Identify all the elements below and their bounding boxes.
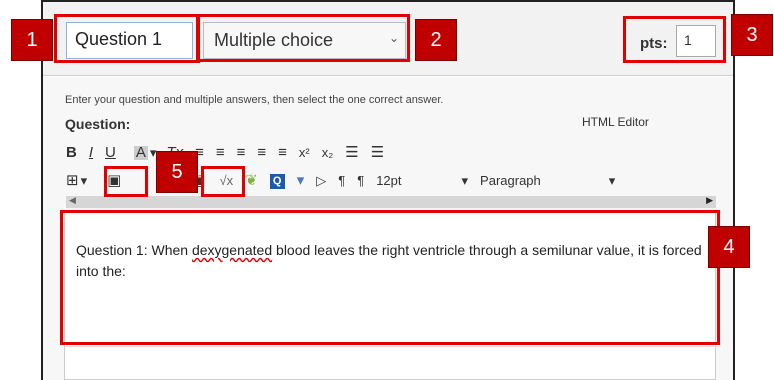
leaf-icon[interactable]: ❦: [245, 170, 258, 192]
chevron-down-icon[interactable]: ▾: [609, 170, 616, 192]
toolbar-row-2: ⊞ ▾ ▣ ▣ √x ❦ Q ▾ ▷ ¶ ¶ 12pt ▾ Paragraph …: [66, 170, 623, 192]
indent-button[interactable]: ≡: [278, 142, 287, 164]
highlight-box-1: [54, 14, 200, 63]
callout-badge-2: 2: [415, 19, 457, 61]
highlight-box-5a: [104, 166, 148, 197]
question-label: Question:: [65, 116, 131, 132]
video-icon[interactable]: ▷: [316, 170, 326, 192]
align-center-button[interactable]: ≡: [216, 142, 225, 164]
align-right-button[interactable]: ≡: [237, 142, 246, 164]
text-color-button[interactable]: A: [133, 145, 148, 160]
instructions-text: Enter your question and multiple answers…: [65, 94, 444, 106]
scroll-right-arrow-icon[interactable]: ▶: [706, 195, 713, 206]
highlight-box-3: [623, 16, 726, 63]
scroll-left-arrow-icon[interactable]: ◀: [69, 195, 76, 206]
paragraph-format-select[interactable]: Paragraph: [480, 170, 541, 192]
editor-divider: [64, 346, 716, 347]
font-size-select[interactable]: 12pt: [376, 170, 401, 192]
outdent-button[interactable]: ≡: [257, 142, 266, 164]
highlight-box-4: [60, 210, 720, 345]
toolbar-scrollbar[interactable]: ◀ ▶: [66, 195, 716, 208]
highlight-box-5b: [201, 166, 245, 197]
html-editor-link[interactable]: HTML Editor: [582, 115, 649, 129]
quiz-tool-icon[interactable]: Q: [269, 173, 285, 189]
v-tool-icon[interactable]: ▾: [297, 170, 305, 192]
chevron-down-icon[interactable]: ▾: [462, 170, 469, 192]
numbered-list-button[interactable]: ☰: [371, 142, 384, 164]
bold-button[interactable]: B: [66, 142, 77, 164]
underline-button[interactable]: U: [105, 142, 116, 164]
bullet-list-button[interactable]: ☰: [345, 142, 358, 164]
subscript-button[interactable]: x₂: [322, 142, 334, 164]
rtl-direction-icon[interactable]: ¶: [357, 170, 364, 192]
superscript-button[interactable]: x²: [299, 142, 310, 164]
callout-badge-5: 5: [156, 151, 198, 193]
highlight-box-2: [196, 14, 410, 62]
toolbar-row-1: B I U A ▾ Tx ≡ ≡ ≡ ≡ ≡ x² x₂ ☰ ☰: [66, 142, 396, 164]
ltr-direction-icon[interactable]: ¶: [338, 170, 345, 192]
italic-button[interactable]: I: [89, 142, 93, 164]
callout-badge-3: 3: [731, 14, 773, 56]
chevron-down-icon[interactable]: ▾: [81, 170, 88, 192]
callout-badge-1: 1: [11, 19, 53, 61]
callout-badge-4: 4: [708, 226, 750, 268]
table-icon[interactable]: ⊞: [66, 170, 79, 192]
